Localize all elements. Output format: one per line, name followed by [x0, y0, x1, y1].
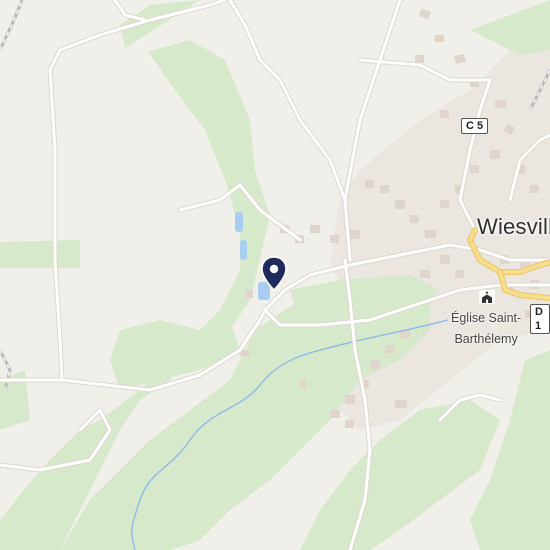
location-pin-icon[interactable] [261, 256, 287, 292]
map-viewport[interactable]: Wiesville Église Saint- Barthélemy C 5 D… [0, 0, 550, 550]
poi-label[interactable]: Église Saint- Barthélemy [451, 308, 521, 350]
poi-name-line1: Église Saint- [451, 311, 522, 325]
church-icon[interactable] [479, 290, 495, 304]
road-shield-d1: D 1 [530, 304, 550, 334]
poi-name-line2: Barthélemy [454, 332, 518, 346]
road-shield-c5: C 5 [461, 118, 489, 134]
town-label: Wiesville [477, 214, 550, 239]
